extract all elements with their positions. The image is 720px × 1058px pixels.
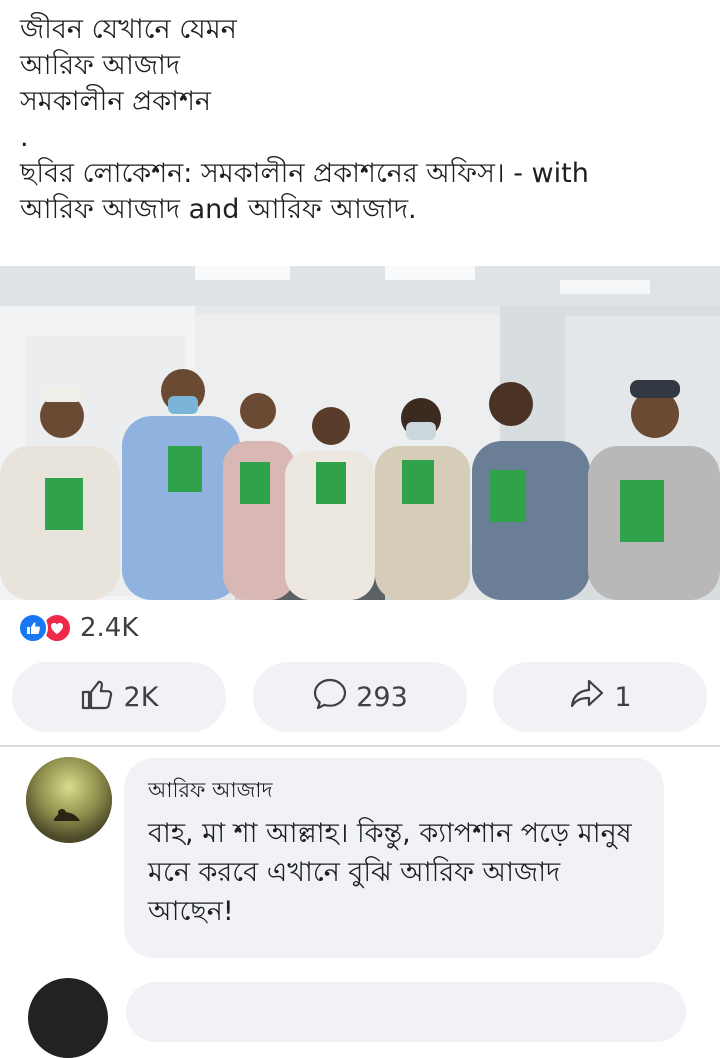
comment-count: 293 bbox=[356, 681, 408, 713]
like-button[interactable]: 2K bbox=[12, 662, 226, 732]
thumbs-up-outline-icon bbox=[80, 677, 116, 718]
comment-text: বাহ, মা শা আল্লাহ। কিন্তু, ক্যাপশান পড়ে… bbox=[148, 818, 632, 927]
divider bbox=[0, 745, 720, 747]
post-location-line-1: ছবির লোকেশন: সমকালীন প্রকাশনের অফিস। - w… bbox=[20, 158, 589, 189]
share-arrow-icon bbox=[568, 677, 606, 718]
reaction-summary[interactable]: 2.4K bbox=[18, 612, 138, 644]
like-reaction-icon bbox=[18, 613, 48, 643]
post-photo[interactable] bbox=[0, 266, 720, 600]
share-button[interactable]: 1 bbox=[493, 662, 707, 732]
post-location-line-2[interactable]: আরিফ আজাদ and আরিফ আজাদ. bbox=[20, 192, 700, 228]
reaction-count: 2.4K bbox=[80, 613, 139, 643]
comment-author[interactable]: আরিফ আজাদ bbox=[148, 776, 640, 804]
avatar[interactable] bbox=[26, 757, 112, 843]
next-comment-bubble bbox=[126, 982, 686, 1042]
post-caption: জীবন যেখানে যেমন আরিফ আজাদ সমকালীন প্রকা… bbox=[20, 12, 700, 228]
post-publisher-line: সমকালীন প্রকাশন bbox=[20, 86, 212, 117]
comment-button[interactable]: 293 bbox=[253, 662, 467, 732]
comment-bubble: আরিফ আজাদ বাহ, মা শা আল্লাহ। কিন্তু, ক্য… bbox=[124, 758, 664, 958]
next-comment-avatar[interactable] bbox=[28, 978, 108, 1058]
post-author-line: আরিফ আজাদ bbox=[20, 50, 181, 81]
group-photo-image bbox=[0, 266, 720, 600]
post-title-line: জীবন যেখানে যেমন bbox=[20, 14, 237, 45]
avatar-image bbox=[26, 757, 112, 843]
speech-bubble-icon bbox=[312, 677, 348, 718]
share-count: 1 bbox=[614, 681, 632, 713]
like-count: 2K bbox=[123, 681, 159, 713]
post-dot: . bbox=[20, 122, 29, 153]
